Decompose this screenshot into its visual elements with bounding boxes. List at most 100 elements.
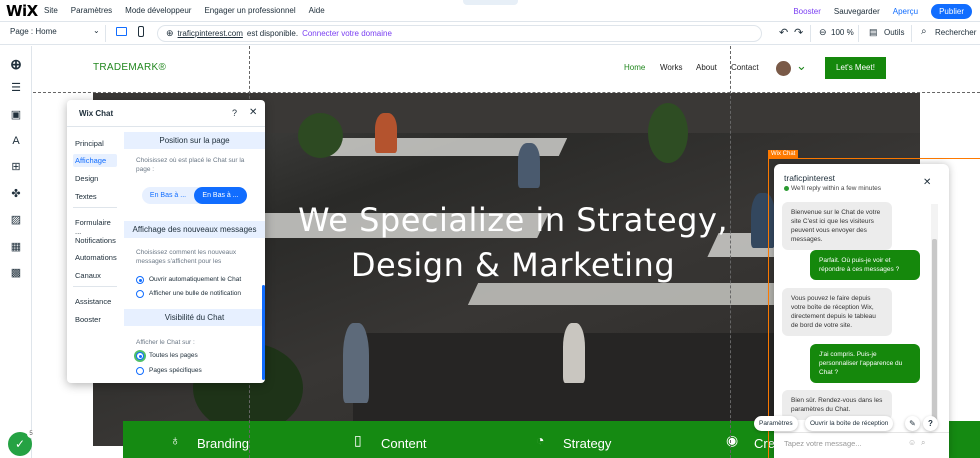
- menu-site[interactable]: Site: [44, 6, 58, 15]
- section-position: Position sur la page: [124, 132, 265, 149]
- drag-handle[interactable]: [463, 0, 518, 5]
- undo-icon[interactable]: ↶: [779, 26, 788, 39]
- mobile-view-icon[interactable]: [138, 26, 144, 37]
- radio-all-pages-label[interactable]: Toutes les pages: [149, 352, 198, 359]
- menu-dev-mode[interactable]: Mode développeur: [125, 6, 191, 15]
- search-button[interactable]: Rechercher: [935, 28, 976, 37]
- site-header: TRADEMARK® Home Works About Contact ⌄ Le…: [33, 46, 980, 93]
- attachment-icon[interactable]: ⌕: [921, 438, 925, 448]
- divider: [73, 207, 117, 208]
- top-menu: Site Paramètres Mode développeur Engager…: [44, 6, 338, 15]
- save-button[interactable]: Sauvegarder: [834, 7, 880, 16]
- search-icon[interactable]: ⌕: [921, 26, 927, 37]
- header-guide: [33, 92, 980, 93]
- panel-scrollbar[interactable]: [262, 285, 265, 380]
- redo-icon[interactable]: ↷: [794, 26, 803, 39]
- add-icon[interactable]: ⊕: [9, 57, 23, 71]
- tools-button[interactable]: Outils: [884, 28, 904, 37]
- chat-header: traficpinterest We'll reply within a few…: [774, 164, 949, 202]
- position-bottom-right[interactable]: En Bas à ...: [194, 187, 247, 204]
- connect-domain-link[interactable]: Connecter votre domaine: [302, 29, 392, 38]
- business-icon[interactable]: ▩: [9, 266, 23, 280]
- service-branding[interactable]: Branding: [197, 436, 249, 451]
- booster-button[interactable]: Booster: [793, 7, 821, 16]
- hero-title[interactable]: We Specialize in Strategy, Design & Mark…: [243, 198, 783, 288]
- animation-icon[interactable]: ✎: [905, 416, 920, 431]
- nav-booster[interactable]: Booster: [73, 313, 117, 326]
- notification-badge: 5: [27, 430, 35, 438]
- radio-show-bubble-label[interactable]: Afficher une bulle de notification: [149, 290, 241, 297]
- site-brand[interactable]: TRADEMARK®: [93, 62, 166, 73]
- chat-message-input[interactable]: Tapez votre message...: [784, 439, 862, 448]
- position-description: Choisissez où est placé le Chat sur la p…: [136, 157, 245, 173]
- panel-title: Wix Chat: [79, 109, 114, 118]
- wix-chat-tag: Wix Chat: [768, 150, 799, 158]
- help-icon[interactable]: ?: [923, 416, 938, 431]
- zoom-level[interactable]: 100 %: [831, 28, 854, 37]
- nav-works[interactable]: Works: [660, 63, 683, 72]
- panel-header: Wix Chat ? ✕: [67, 100, 265, 127]
- media-icon[interactable]: ▨: [9, 213, 23, 227]
- close-icon[interactable]: ✕: [923, 177, 931, 188]
- position-bottom-left[interactable]: En Bas à ...: [142, 187, 194, 204]
- nav-notifications[interactable]: Notifications: [73, 234, 117, 247]
- radio-open-chat[interactable]: [136, 276, 144, 284]
- chat-window[interactable]: traficpinterest We'll reply within a few…: [774, 164, 949, 458]
- chevron-down-icon[interactable]: ⌄: [796, 58, 807, 74]
- zoom-icon[interactable]: ⊖: [819, 27, 827, 38]
- apps-icon[interactable]: ⊞: [9, 160, 23, 174]
- globe-icon: ⊕: [166, 28, 174, 38]
- design-icon[interactable]: A: [9, 134, 23, 148]
- pages-icon[interactable]: ▣: [9, 108, 23, 122]
- desktop-view-icon[interactable]: [116, 27, 127, 36]
- nav-assistance[interactable]: Assistance: [73, 295, 117, 308]
- nav-textes[interactable]: Textes: [73, 190, 117, 203]
- nav-design[interactable]: Design: [73, 172, 117, 185]
- radio-specific-pages-label[interactable]: Pages spécifiques: [149, 367, 202, 374]
- url-domain[interactable]: traficpinterest.com: [178, 29, 243, 38]
- preview-button[interactable]: Aperçu: [893, 7, 918, 16]
- sections-icon[interactable]: ☰: [9, 81, 23, 95]
- person: [375, 113, 397, 153]
- nav-about[interactable]: About: [696, 63, 717, 72]
- emoji-icon[interactable]: ☺: [908, 438, 916, 447]
- cms-icon[interactable]: ▦: [9, 240, 23, 254]
- section-new-messages: Affichage des nouveaux messages: [124, 221, 265, 238]
- chat-message: Parfait. Où puis-je voir et répondre à c…: [810, 250, 920, 280]
- chevron-down-icon[interactable]: ⌄: [93, 26, 100, 35]
- close-icon[interactable]: ✕: [249, 107, 257, 118]
- tools-icon[interactable]: ▤: [869, 27, 878, 38]
- radio-all-pages[interactable]: [136, 352, 144, 360]
- menu-hire-pro[interactable]: Engager un professionnel: [204, 6, 295, 15]
- nav-canaux[interactable]: Canaux: [73, 269, 117, 282]
- menu-parametres[interactable]: Paramètres: [71, 6, 112, 15]
- publish-button[interactable]: Publier: [931, 3, 972, 19]
- person: [563, 323, 585, 383]
- menu-help[interactable]: Aide: [309, 6, 325, 15]
- radio-specific-pages[interactable]: [136, 367, 144, 375]
- help-icon[interactable]: ?: [232, 108, 237, 118]
- chat-scrollbar-thumb[interactable]: [932, 239, 937, 424]
- nav-home[interactable]: Home: [624, 63, 645, 72]
- nav-principal[interactable]: Principal: [73, 137, 117, 150]
- divider: [105, 25, 106, 42]
- service-strategy[interactable]: Strategy: [563, 436, 611, 451]
- nav-affichage[interactable]: Affichage: [73, 154, 117, 167]
- radio-show-bubble[interactable]: [136, 290, 144, 298]
- open-inbox-button[interactable]: Ouvrir la boîte de réception: [805, 416, 894, 431]
- divider: [858, 25, 859, 42]
- nav-automations[interactable]: Automations: [73, 251, 117, 264]
- panel-content: Position sur la page Choisissez où est p…: [124, 127, 265, 383]
- lets-meet-button[interactable]: Let's Meet!: [825, 57, 886, 79]
- url-bar[interactable]: ⊕ traficpinterest.com est disponible. Co…: [157, 25, 762, 42]
- plugins-icon[interactable]: ✤: [9, 187, 23, 201]
- radio-open-chat-label[interactable]: Ouvrir automatiquement le Chat: [149, 276, 241, 283]
- branding-icon: ♁: [170, 432, 181, 448]
- chat-settings-button[interactable]: Paramètres: [754, 416, 798, 431]
- nav-contact[interactable]: Contact: [731, 63, 759, 72]
- page-selector[interactable]: Page : Home: [10, 27, 57, 36]
- position-toggle[interactable]: En Bas à ... En Bas à ...: [142, 187, 247, 204]
- avatar[interactable]: [776, 61, 791, 76]
- wix-logo[interactable]: WiX: [6, 2, 38, 20]
- service-content[interactable]: Content: [381, 436, 427, 451]
